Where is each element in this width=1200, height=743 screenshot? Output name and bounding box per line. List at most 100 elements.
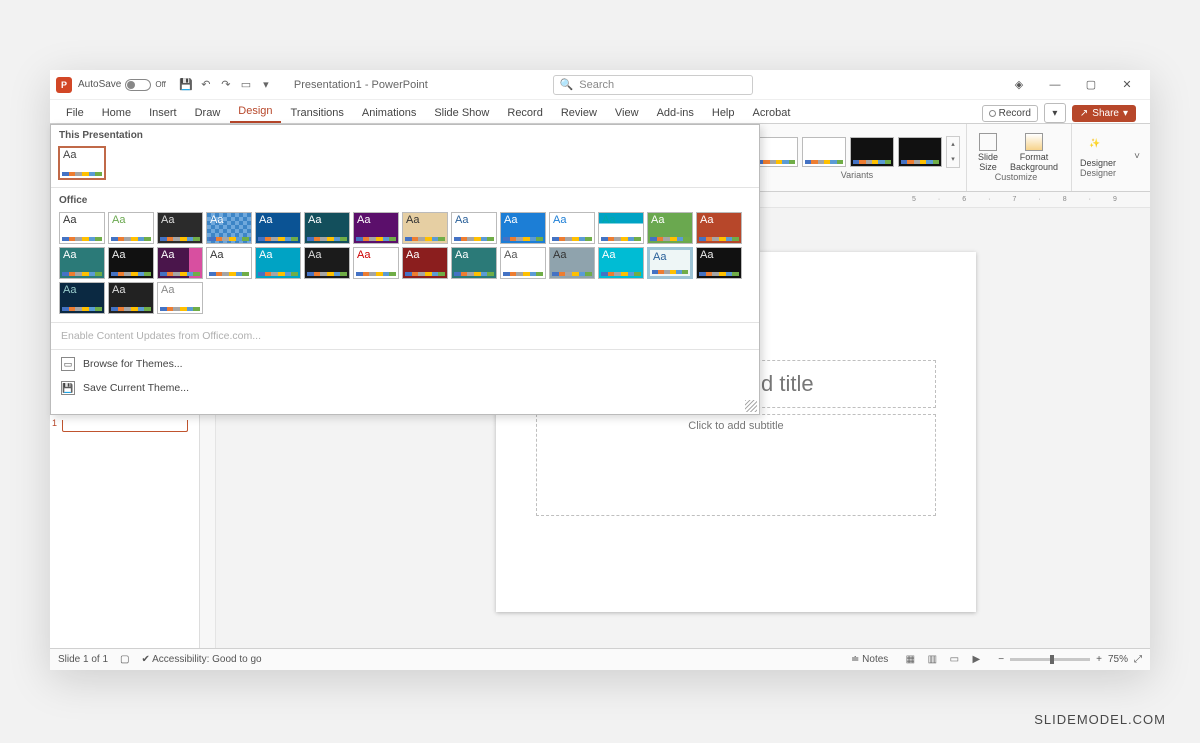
tab-animations[interactable]: Animations bbox=[354, 103, 424, 123]
record-dot-icon bbox=[989, 110, 996, 117]
theme-thumb[interactable]: Aa bbox=[647, 247, 693, 279]
ribbon-display-options-button[interactable]: ▾ bbox=[1044, 103, 1066, 123]
theme-thumb[interactable]: Aa bbox=[304, 212, 350, 244]
designer-button[interactable]: ✨Designer bbox=[1080, 138, 1116, 168]
ribbon-body: ▴▾ Variants Slide Size Format Background… bbox=[50, 124, 1150, 192]
theme-thumb[interactable]: Aa bbox=[304, 247, 350, 279]
save-icon[interactable]: 💾 bbox=[178, 77, 194, 93]
variants-expand-button[interactable]: ▴▾ bbox=[946, 136, 960, 168]
theme-thumb[interactable]: Aa bbox=[402, 212, 448, 244]
autosave-toggle[interactable]: AutoSave Off bbox=[78, 79, 166, 91]
theme-thumb[interactable]: Aa bbox=[255, 212, 301, 244]
tab-draw[interactable]: Draw bbox=[187, 103, 229, 123]
theme-thumb[interactable]: Aa bbox=[59, 282, 105, 314]
theme-thumb[interactable]: Aa bbox=[647, 212, 693, 244]
tab-slideshow[interactable]: Slide Show bbox=[426, 103, 497, 123]
theme-thumb[interactable]: Aa bbox=[598, 247, 644, 279]
zoom-control[interactable]: − + 75% ⤢ bbox=[998, 654, 1142, 665]
zoom-slider[interactable] bbox=[1010, 658, 1090, 661]
record-button[interactable]: Record bbox=[982, 105, 1038, 122]
collapse-ribbon-button[interactable]: ˅ bbox=[1130, 151, 1144, 165]
theme-thumb[interactable]: Aa bbox=[402, 247, 448, 279]
redo-icon[interactable]: ↷ bbox=[218, 77, 234, 93]
zoom-percent[interactable]: 75% bbox=[1108, 654, 1128, 665]
theme-thumb[interactable]: Aa bbox=[157, 247, 203, 279]
resize-grip-icon[interactable] bbox=[745, 400, 757, 412]
notes-button[interactable]: ≐ Notes bbox=[851, 654, 888, 665]
variants-group-label: Variants bbox=[754, 170, 960, 180]
slide-size-button[interactable]: Slide Size bbox=[973, 133, 1003, 172]
tab-home[interactable]: Home bbox=[94, 103, 139, 123]
theme-thumb[interactable]: Aa bbox=[500, 212, 546, 244]
minimize-button[interactable]: — bbox=[1038, 74, 1072, 96]
coming-soon-icon[interactable]: ◈ bbox=[1002, 74, 1036, 96]
search-input[interactable]: 🔍 Search bbox=[553, 75, 753, 95]
language-icon[interactable]: ▢ bbox=[120, 654, 129, 665]
normal-view-button[interactable]: ▦ bbox=[900, 652, 920, 668]
theme-thumb[interactable]: Aa bbox=[696, 212, 742, 244]
theme-thumb[interactable]: Aa bbox=[59, 247, 105, 279]
share-button[interactable]: ↗Share▾ bbox=[1072, 105, 1136, 122]
theme-thumb[interactable]: Aa bbox=[206, 212, 252, 244]
search-icon: 🔍 bbox=[560, 78, 574, 91]
theme-thumb[interactable]: Aa bbox=[108, 282, 154, 314]
subtitle-placeholder[interactable]: Click to add subtitle bbox=[536, 414, 936, 516]
theme-thumb[interactable]: Aa bbox=[696, 247, 742, 279]
variant-thumb[interactable] bbox=[898, 137, 942, 167]
format-background-button[interactable]: Format Background bbox=[1009, 133, 1059, 172]
theme-thumb[interactable]: Aa bbox=[451, 247, 497, 279]
slide-size-icon bbox=[979, 133, 997, 151]
tab-design[interactable]: Design bbox=[230, 101, 280, 123]
theme-thumb[interactable]: Aa bbox=[549, 212, 595, 244]
theme-thumb[interactable]: Aa bbox=[255, 247, 301, 279]
browse-for-themes-item[interactable]: ▭ Browse for Themes... bbox=[51, 352, 759, 376]
theme-thumb[interactable]: Aa bbox=[59, 212, 105, 244]
tab-addins[interactable]: Add-ins bbox=[649, 103, 702, 123]
powerpoint-icon: P bbox=[56, 77, 72, 93]
theme-thumb[interactable]: Aa bbox=[206, 247, 252, 279]
variant-thumb[interactable] bbox=[754, 137, 798, 167]
theme-thumb[interactable]: Aa bbox=[549, 247, 595, 279]
theme-thumb[interactable]: Aa bbox=[108, 247, 154, 279]
reading-view-button[interactable]: ▭ bbox=[944, 652, 964, 668]
start-slideshow-icon[interactable]: ▭ bbox=[238, 77, 254, 93]
tab-acrobat[interactable]: Acrobat bbox=[745, 103, 799, 123]
maximize-button[interactable]: ▢ bbox=[1074, 74, 1108, 96]
theme-thumb[interactable]: Aa bbox=[157, 212, 203, 244]
tab-review[interactable]: Review bbox=[553, 103, 605, 123]
tab-file[interactable]: File bbox=[58, 103, 92, 123]
tab-help[interactable]: Help bbox=[704, 103, 743, 123]
theme-thumb[interactable]: Aa bbox=[500, 247, 546, 279]
slide-thumbnail[interactable] bbox=[62, 420, 188, 432]
theme-thumb[interactable]: Aa bbox=[353, 247, 399, 279]
slide-sorter-button[interactable]: ▥ bbox=[922, 652, 942, 668]
zoom-in-icon[interactable]: + bbox=[1096, 654, 1102, 665]
tab-view[interactable]: View bbox=[607, 103, 647, 123]
zoom-out-icon[interactable]: − bbox=[998, 654, 1004, 665]
theme-thumb[interactable]: Aa bbox=[451, 212, 497, 244]
theme-thumb[interactable]: Aa bbox=[157, 282, 203, 314]
save-current-theme-item[interactable]: 💾 Save Current Theme... bbox=[51, 376, 759, 400]
theme-thumb[interactable]: Aa bbox=[353, 212, 399, 244]
status-bar: Slide 1 of 1 ▢ ✔ Accessibility: Good to … bbox=[50, 648, 1150, 670]
share-icon: ↗ bbox=[1080, 108, 1088, 119]
tab-record[interactable]: Record bbox=[499, 103, 550, 123]
variant-thumb[interactable] bbox=[802, 137, 846, 167]
slide-count[interactable]: Slide 1 of 1 bbox=[58, 654, 108, 665]
close-button[interactable]: ✕ bbox=[1110, 74, 1144, 96]
undo-icon[interactable]: ↶ bbox=[198, 77, 214, 93]
fit-to-window-button[interactable]: ⤢ bbox=[1134, 654, 1142, 665]
variant-thumb[interactable] bbox=[850, 137, 894, 167]
quick-access-toolbar: 💾 ↶ ↷ ▭ ▾ bbox=[178, 77, 274, 93]
theme-thumb[interactable]: Aa bbox=[598, 212, 644, 244]
theme-thumb[interactable]: Aa bbox=[108, 212, 154, 244]
theme-thumb-current[interactable]: Aa bbox=[59, 147, 105, 179]
tab-insert[interactable]: Insert bbox=[141, 103, 185, 123]
slideshow-view-button[interactable]: ▶ bbox=[966, 652, 986, 668]
tab-transitions[interactable]: Transitions bbox=[283, 103, 352, 123]
autosave-state: Off bbox=[155, 80, 166, 89]
accessibility-status[interactable]: ✔ Accessibility: Good to go bbox=[142, 654, 262, 665]
qat-more-icon[interactable]: ▾ bbox=[258, 77, 274, 93]
chevron-down-icon: ▾ bbox=[1123, 108, 1128, 119]
toggle-switch-icon[interactable] bbox=[125, 79, 151, 91]
